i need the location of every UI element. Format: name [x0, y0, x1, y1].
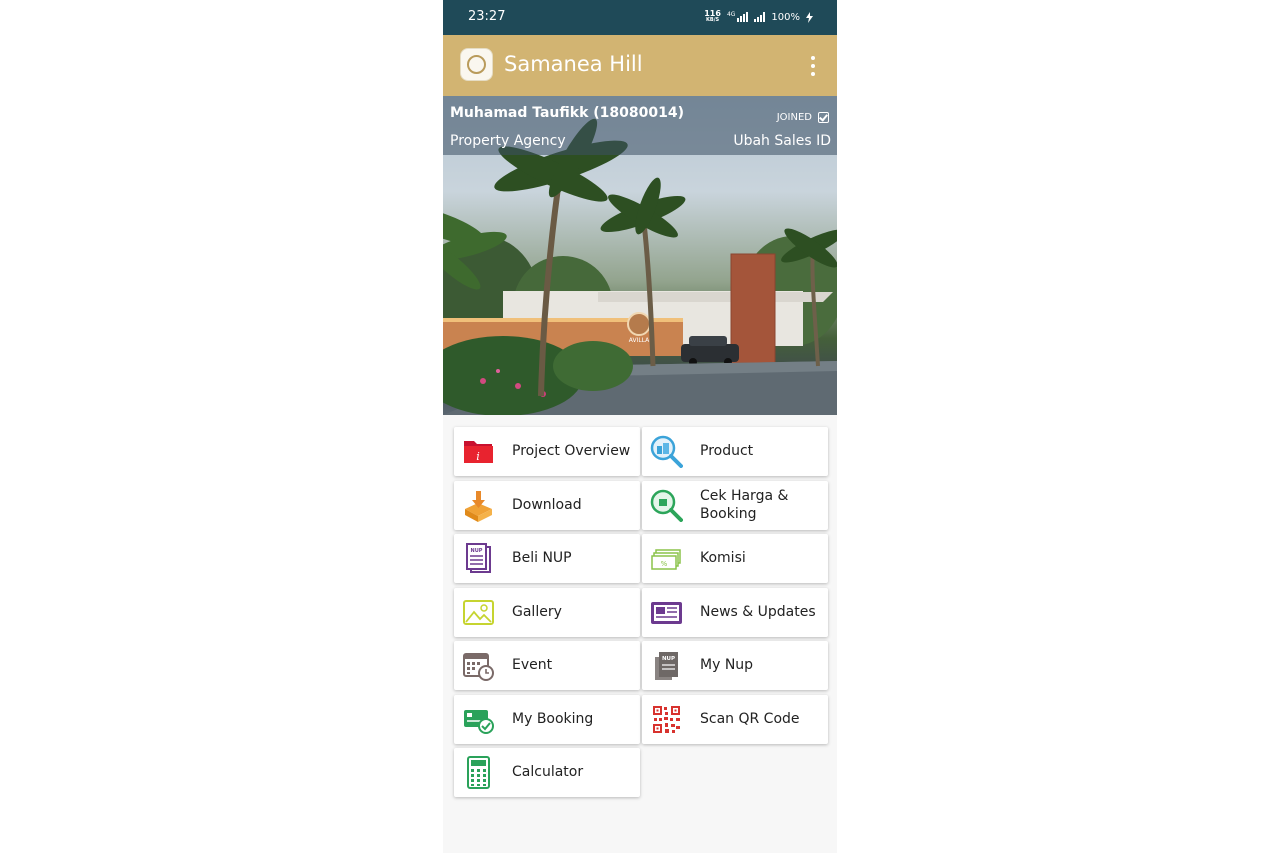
- download-tray-icon: [465, 490, 492, 522]
- signal-icon: 4G: [727, 12, 749, 22]
- signal-icon-2: [754, 12, 766, 22]
- money-percent-icon: %: [651, 549, 681, 570]
- newspaper-icon: [651, 601, 682, 624]
- folder-info-icon: i: [464, 441, 493, 463]
- building-search-icon: [650, 435, 683, 468]
- phone-screen: 23:27 116 KB/S 4G 100% Samanea Hill AVIL…: [443, 0, 837, 853]
- calendar-clock-icon: [463, 653, 494, 681]
- svg-text:i: i: [476, 450, 480, 463]
- hero-image: AVILLA Muhamad Taufikk (18080014) Proper…: [443, 96, 837, 415]
- more-vert-icon[interactable]: [809, 56, 817, 76]
- svg-text:%: %: [661, 560, 668, 568]
- svg-text:NUP: NUP: [662, 656, 675, 662]
- menu-download[interactable]: Download: [454, 480, 640, 530]
- booking-card-icon: [464, 709, 494, 734]
- qr-code-icon: [653, 705, 680, 733]
- menu-project-overview[interactable]: i Project Overview: [454, 427, 640, 476]
- app-bar: Samanea Hill: [443, 35, 837, 96]
- status-bar: 23:27 116 KB/S 4G 100%: [443, 0, 837, 35]
- menu-event[interactable]: Event: [454, 641, 640, 690]
- joined-status: JOINED: [777, 112, 829, 123]
- network-speed: 116 KB/S: [704, 9, 721, 24]
- app-title: Samanea Hill: [504, 52, 643, 76]
- sign-text: AVILLA: [629, 337, 650, 344]
- charging-icon: [806, 11, 813, 23]
- battery-level: 100%: [771, 11, 800, 23]
- menu-cek-harga-booking[interactable]: Cek Harga & Booking: [642, 480, 828, 530]
- status-time: 23:27: [468, 9, 506, 24]
- checkbox-checked-icon: [818, 112, 829, 123]
- menu-scan-qr-code[interactable]: Scan QR Code: [642, 694, 828, 744]
- menu-beli-nup[interactable]: NUP Beli NUP: [454, 534, 640, 583]
- menu-my-booking[interactable]: My Booking: [454, 694, 640, 744]
- nup-stack-icon: NUP: [655, 652, 678, 680]
- profile-overlay: Muhamad Taufikk (18080014) Property Agen…: [443, 96, 837, 155]
- user-name: Muhamad Taufikk (18080014): [450, 105, 685, 121]
- menu-news-updates[interactable]: News & Updates: [642, 587, 828, 637]
- change-sales-id-link[interactable]: Ubah Sales ID: [733, 133, 831, 149]
- calculator-icon: [467, 756, 490, 789]
- menu-komisi[interactable]: % Komisi: [642, 534, 828, 583]
- svg-text:NUP: NUP: [471, 548, 483, 554]
- menu-product[interactable]: Product: [642, 427, 828, 476]
- status-icons: 116 KB/S 4G 100%: [704, 10, 813, 24]
- samanea-logo-icon: [460, 48, 493, 81]
- menu-calculator[interactable]: Calculator: [454, 748, 640, 797]
- user-agency: Property Agency: [450, 133, 566, 149]
- menu-my-nup[interactable]: NUP My Nup: [642, 641, 828, 690]
- menu-gallery[interactable]: Gallery: [454, 587, 640, 637]
- nup-document-icon: NUP: [466, 543, 491, 573]
- image-icon: [463, 599, 494, 625]
- price-search-icon: [650, 489, 683, 522]
